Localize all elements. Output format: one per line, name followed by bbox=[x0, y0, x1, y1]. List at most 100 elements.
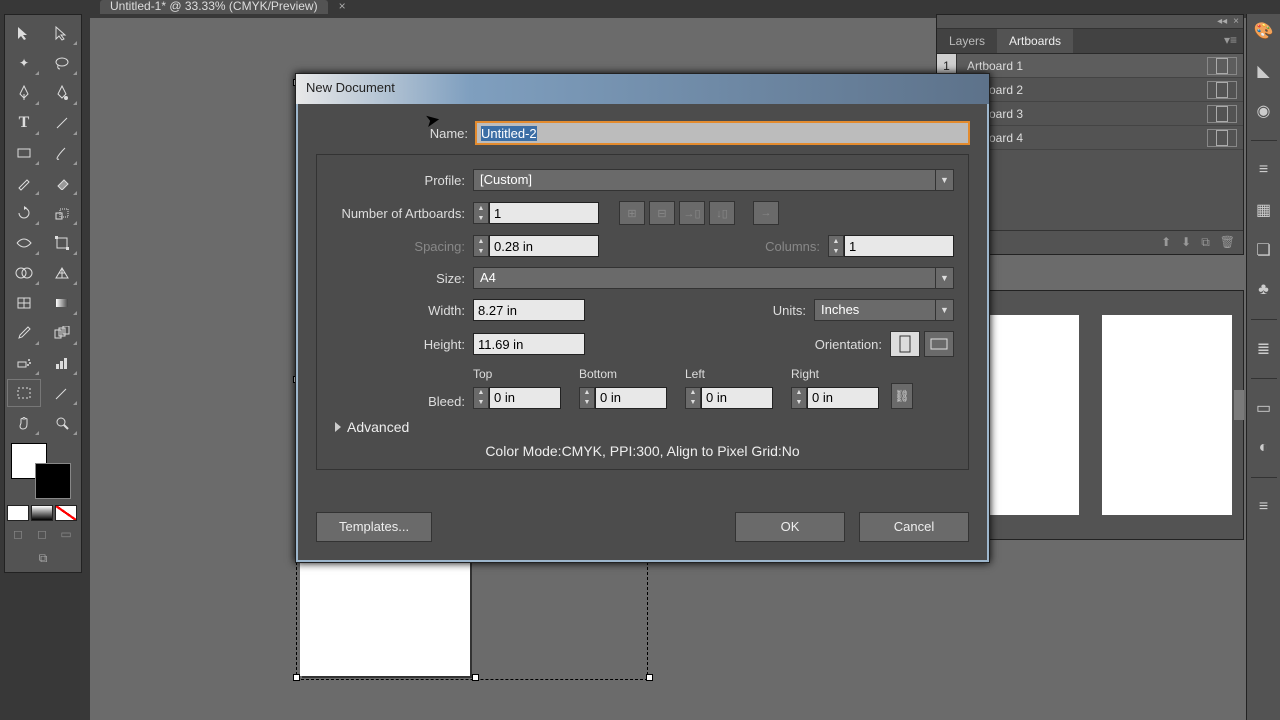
pencil-tool[interactable] bbox=[7, 169, 41, 197]
zoom-tool[interactable] bbox=[45, 409, 79, 437]
stroke-panel-icon[interactable]: ≡ bbox=[1251, 157, 1277, 183]
dialog-title[interactable]: New Document bbox=[296, 74, 989, 104]
arrange-col-icon[interactable]: ↓▯ bbox=[709, 201, 735, 225]
artboard-options-icon[interactable] bbox=[1207, 129, 1237, 147]
panel-collapse-icon[interactable]: ◂◂ bbox=[1217, 16, 1227, 27]
curvature-tool[interactable] bbox=[45, 79, 79, 107]
line-tool[interactable] bbox=[45, 109, 79, 137]
artboard-options-icon[interactable] bbox=[1207, 105, 1237, 123]
tab-artboards[interactable]: Artboards bbox=[997, 29, 1073, 53]
stroke-swatch[interactable] bbox=[35, 463, 71, 499]
document-tab[interactable]: Untitled-1* @ 33.33% (CMYK/Preview) × bbox=[100, 0, 328, 14]
fill-stroke-swatches[interactable] bbox=[7, 443, 79, 501]
color-mode-none[interactable] bbox=[55, 505, 77, 521]
columns-stepper[interactable]: ▲▼ bbox=[828, 235, 954, 257]
units-dropdown[interactable]: Inches▼ bbox=[814, 299, 954, 321]
bleed-top-stepper[interactable]: ▲▼ bbox=[473, 387, 561, 409]
advanced-toggle[interactable]: Advanced bbox=[335, 419, 950, 435]
bleed-left-input[interactable] bbox=[701, 387, 773, 409]
perspective-tool[interactable] bbox=[45, 259, 79, 287]
align-icon[interactable]: ≡ bbox=[1251, 494, 1277, 520]
bleed-right-input[interactable] bbox=[807, 387, 879, 409]
paintbrush-tool[interactable] bbox=[45, 139, 79, 167]
bleed-right-stepper[interactable]: ▲▼ bbox=[791, 387, 879, 409]
symbol-sprayer-tool[interactable] bbox=[7, 349, 41, 377]
orientation-landscape-button[interactable] bbox=[924, 331, 954, 357]
artboards-stepper[interactable]: ▲▼ bbox=[473, 202, 599, 224]
width-tool[interactable] bbox=[7, 229, 41, 257]
screen-mode-present-icon[interactable]: ▭ bbox=[55, 527, 77, 543]
appearance-icon[interactable]: ♣ bbox=[1251, 277, 1277, 303]
arrange-rtl-icon[interactable]: → bbox=[753, 201, 779, 225]
color-mode-solid[interactable] bbox=[7, 505, 29, 521]
change-screen-mode-icon[interactable]: ⧉ bbox=[7, 551, 79, 566]
orientation-portrait-button[interactable] bbox=[890, 331, 920, 357]
cancel-button[interactable]: Cancel bbox=[859, 512, 969, 542]
mesh-tool[interactable] bbox=[7, 289, 41, 317]
panel-menu-icon[interactable]: ▾≡ bbox=[1218, 29, 1243, 53]
arrange-grid-row-icon[interactable]: ⊞ bbox=[619, 201, 645, 225]
graphic-styles-icon[interactable]: ≣ bbox=[1251, 336, 1277, 362]
bleed-left-stepper[interactable]: ▲▼ bbox=[685, 387, 773, 409]
brushes-icon[interactable]: ◐ bbox=[1251, 435, 1277, 461]
columns-input[interactable] bbox=[844, 235, 954, 257]
profile-dropdown[interactable]: [Custom]▼ bbox=[473, 169, 954, 191]
size-dropdown[interactable]: A4▼ bbox=[473, 267, 954, 289]
hand-tool[interactable] bbox=[7, 409, 41, 437]
name-input[interactable] bbox=[476, 122, 969, 144]
rotate-tool[interactable] bbox=[7, 199, 41, 227]
magic-wand-tool[interactable]: ✦ bbox=[7, 49, 41, 77]
spacing-input[interactable] bbox=[489, 235, 599, 257]
arrange-grid-col-icon[interactable]: ⊟ bbox=[649, 201, 675, 225]
lasso-tool[interactable] bbox=[45, 49, 79, 77]
color-guide-icon[interactable]: ◣ bbox=[1251, 58, 1277, 84]
spacing-stepper[interactable]: ▲▼ bbox=[473, 235, 599, 257]
pen-tool[interactable] bbox=[7, 79, 41, 107]
panel-close-icon[interactable]: × bbox=[1233, 16, 1239, 27]
slice-tool[interactable] bbox=[45, 379, 79, 407]
bleed-top-input[interactable] bbox=[489, 387, 561, 409]
tab-layers[interactable]: Layers bbox=[937, 29, 997, 53]
direct-selection-tool[interactable] bbox=[45, 19, 79, 47]
eyedropper-tool[interactable] bbox=[7, 319, 41, 347]
rectangle-tool[interactable] bbox=[7, 139, 41, 167]
scale-tool[interactable] bbox=[45, 199, 79, 227]
move-up-icon[interactable]: ⬆ bbox=[1161, 235, 1171, 250]
screen-mode-normal-icon[interactable]: ◻ bbox=[7, 527, 29, 543]
type-tool[interactable]: T bbox=[7, 109, 41, 137]
nav-page-thumb[interactable] bbox=[1102, 315, 1232, 515]
gradient-panel-icon[interactable]: ▦ bbox=[1251, 197, 1277, 223]
arrange-row-icon[interactable]: →▯ bbox=[679, 201, 705, 225]
panel-scrollbar[interactable] bbox=[1234, 390, 1244, 420]
bleed-bottom-stepper[interactable]: ▲▼ bbox=[579, 387, 667, 409]
blend-tool[interactable] bbox=[45, 319, 79, 347]
transparency-icon[interactable]: ❏ bbox=[1251, 237, 1277, 263]
new-artboard-icon[interactable]: ⧉ bbox=[1201, 235, 1210, 250]
selection-tool[interactable] bbox=[7, 19, 41, 47]
screen-mode-full-icon[interactable]: ◻ bbox=[31, 527, 53, 543]
bleed-bottom-input[interactable] bbox=[595, 387, 667, 409]
column-graph-tool[interactable] bbox=[45, 349, 79, 377]
color-panel-icon[interactable]: 🎨 bbox=[1251, 18, 1277, 44]
free-transform-tool[interactable] bbox=[45, 229, 79, 257]
link-bleed-icon[interactable]: ⛓ bbox=[891, 383, 913, 409]
artboard-options-icon[interactable] bbox=[1207, 81, 1237, 99]
move-down-icon[interactable]: ⬇ bbox=[1181, 235, 1191, 250]
shape-builder-tool[interactable] bbox=[7, 259, 41, 287]
artboards-input[interactable] bbox=[489, 202, 599, 224]
eraser-tool[interactable] bbox=[45, 169, 79, 197]
symbols-icon[interactable]: ▭ bbox=[1251, 395, 1277, 421]
height-input[interactable] bbox=[473, 333, 585, 355]
gradient-tool[interactable] bbox=[45, 289, 79, 317]
ok-button[interactable]: OK bbox=[735, 512, 845, 542]
label-orientation: Orientation: bbox=[585, 337, 890, 352]
artboard-options-icon[interactable] bbox=[1207, 57, 1237, 75]
width-input[interactable] bbox=[473, 299, 585, 321]
close-tab-icon[interactable]: × bbox=[339, 0, 346, 12]
swatches-icon[interactable]: ◉ bbox=[1251, 98, 1277, 124]
color-mode-gradient[interactable] bbox=[31, 505, 53, 521]
artboard-tool[interactable] bbox=[7, 379, 41, 407]
label-units: Units: bbox=[585, 303, 814, 318]
templates-button[interactable]: Templates... bbox=[316, 512, 432, 542]
delete-artboard-icon[interactable]: 🗑 bbox=[1220, 235, 1235, 250]
